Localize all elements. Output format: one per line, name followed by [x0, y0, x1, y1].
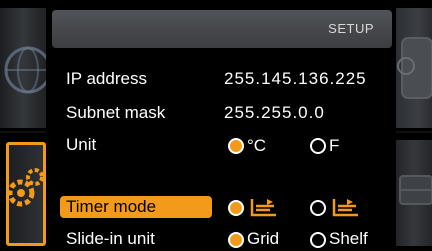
side-tile-network[interactable] [0, 8, 46, 128]
timer-stop-icon [332, 199, 358, 217]
side-tile-device[interactable] [396, 8, 432, 128]
timer-mode-1-radio[interactable] [228, 200, 244, 216]
globe-icon [4, 46, 46, 94]
slide-in-grid-radio[interactable] [228, 232, 244, 248]
unit-celsius-radio[interactable] [228, 138, 244, 154]
slide-in-shelf-label: Shelf [329, 229, 368, 248]
side-divider [0, 131, 46, 133]
side-divider-right [396, 131, 432, 133]
ip-address-label: IP address [66, 69, 147, 88]
subnet-mask-label: Subnet mask [66, 103, 166, 122]
slide-in-grid-label: Grid [247, 229, 280, 248]
gears-icon [9, 168, 43, 207]
timer-mode-label: Timer mode [66, 197, 157, 216]
panel-header: SETUP [52, 10, 392, 48]
ip-address-value[interactable]: 255.145.136.225 [224, 69, 367, 89]
slide-in-unit-label: Slide-in unit [66, 229, 155, 248]
unit-celsius-label: °C [247, 136, 267, 155]
page-title: SETUP [328, 21, 374, 36]
side-tile-tray[interactable] [396, 140, 432, 246]
unit-fahrenheit-label: F [329, 136, 340, 155]
unit-label: Unit [66, 135, 97, 154]
side-tile-setup[interactable] [6, 142, 46, 246]
device-icon [397, 37, 432, 99]
unit-fahrenheit-radio[interactable] [310, 138, 326, 154]
timer-mode-2-radio[interactable] [310, 200, 326, 216]
subnet-mask-value[interactable]: 255.255.0.0 [224, 103, 325, 123]
tray-icon [399, 175, 432, 205]
timer-start-icon [250, 199, 276, 217]
slide-in-shelf-radio[interactable] [310, 232, 326, 248]
